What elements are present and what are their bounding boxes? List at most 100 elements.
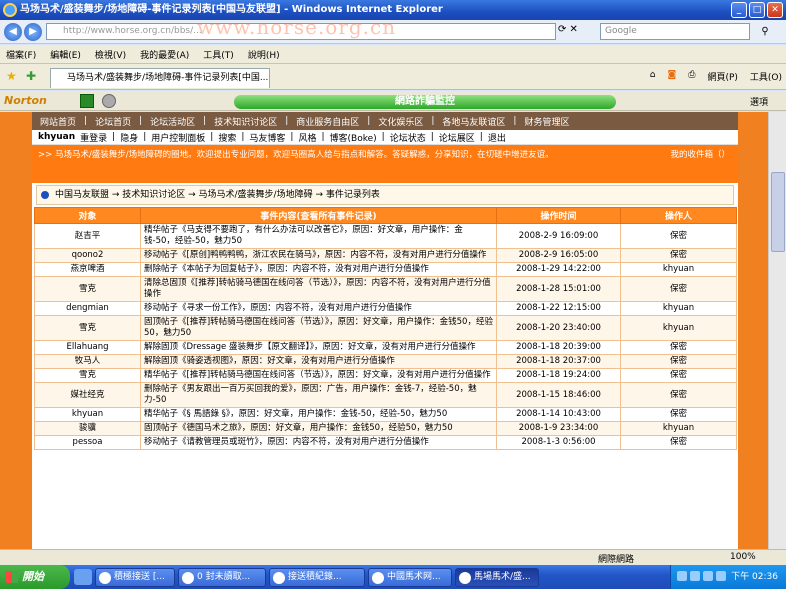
menu-file[interactable]: 檔案(F) bbox=[6, 48, 36, 61]
row-content[interactable]: 解除固顶《Dressage 盛装舞步【原文翻译】》，原因：好文章，没有对用户进行… bbox=[140, 340, 497, 355]
zoom-level[interactable]: 100% bbox=[730, 552, 756, 562]
table-row: 燕京啤酒 删除帖子《本帖子为回复帖子》，原因：内容不符，没有对用户进行分值操作 20… bbox=[34, 262, 737, 277]
maximize-button[interactable]: □ bbox=[749, 2, 765, 18]
vertical-scrollbar[interactable] bbox=[768, 112, 786, 549]
nav-tech[interactable]: 技术知识讨论区 bbox=[214, 115, 277, 128]
norton-phishing-monitor[interactable]: 網路詐騙監控 bbox=[234, 95, 616, 109]
nav-forum-home[interactable]: 论坛首页 bbox=[95, 115, 131, 128]
row-object[interactable]: 雪克 bbox=[34, 276, 141, 302]
row-object[interactable]: qoono2 bbox=[34, 248, 141, 263]
row-object[interactable]: Ellahuang bbox=[34, 340, 141, 355]
nav-culture[interactable]: 文化娱乐区 bbox=[378, 115, 423, 128]
task-1[interactable]: 積極接送 [... bbox=[95, 567, 175, 587]
user-logout[interactable]: 退出 bbox=[488, 131, 506, 144]
user-gallery[interactable]: 论坛展区 bbox=[439, 131, 475, 144]
user-style[interactable]: 风格 bbox=[298, 131, 316, 144]
row-time: 2008-1-15 18:46:00 bbox=[496, 382, 621, 408]
row-content[interactable]: 清除总固顶《[推荐]转帖骑马德国在线问答（节选）》，原因：内容不符，没有对用户进… bbox=[140, 276, 497, 302]
row-object[interactable]: 赵吉平 bbox=[34, 223, 141, 249]
menu-edit[interactable]: 編輯(E) bbox=[50, 48, 81, 61]
favorites-star-icon[interactable]: ★ bbox=[6, 69, 17, 83]
row-time: 2008-1-29 14:22:00 bbox=[496, 262, 621, 277]
row-object[interactable]: 媒社经克 bbox=[34, 382, 141, 408]
home-icon[interactable]: ⌂ bbox=[650, 70, 656, 83]
row-content[interactable]: 解除固顶《骑姿透视图》，原因：好文章，没有对用户进行分值操作 bbox=[140, 354, 497, 369]
row-content[interactable]: 固顶帖子《德国马术之旅》，原因：好文章，用户操作：金钱50，经验50，魅力50 bbox=[140, 421, 497, 436]
user-blog[interactable]: 马友博客 bbox=[249, 131, 285, 144]
task-3[interactable]: 接送積紀錄... bbox=[269, 567, 365, 587]
table-row: dengmian 移动帖子《寻求一份工作》，原因：内容不符，没有对用户进行分值操作… bbox=[34, 301, 737, 316]
user-relogin[interactable]: 重登录 bbox=[80, 131, 107, 144]
menu-help[interactable]: 說明(H) bbox=[248, 48, 280, 61]
system-tray: 下午 02:36 bbox=[670, 565, 786, 589]
nav-regional[interactable]: 各地马友联谊区 bbox=[442, 115, 505, 128]
minimize-button[interactable]: _ bbox=[731, 2, 747, 18]
task-2[interactable]: 0 封未讀取... bbox=[178, 567, 266, 587]
menu-view[interactable]: 檢視(V) bbox=[95, 48, 126, 61]
address-input[interactable]: http://www.horse.org.cn/bbs/... www.hors… bbox=[46, 23, 556, 40]
page-menu[interactable]: 網頁(P) bbox=[707, 70, 737, 83]
rss-icon[interactable]: ◙ bbox=[668, 70, 677, 83]
tray-icon[interactable] bbox=[690, 571, 700, 581]
row-content[interactable]: 删除帖子《男友跟出一百万买回我的爱》，原因：广告，用户操作：金钱-7，经验-50… bbox=[140, 382, 497, 408]
row-content[interactable]: 删除帖子《本帖子为回复帖子》，原因：内容不符，没有对用户进行分值操作 bbox=[140, 262, 497, 277]
start-button[interactable]: 開始 bbox=[0, 565, 70, 589]
search-icon[interactable]: ⚲ bbox=[752, 23, 778, 40]
welcome-text: >> 马场马术/盛装舞步/场地障碍的圈地。欢迎提出专业问题，欢迎马圈高人给与指点… bbox=[38, 150, 554, 160]
row-operator: khyuan bbox=[620, 315, 737, 341]
forward-icon[interactable]: ▶ bbox=[24, 23, 42, 41]
row-content[interactable]: 精华帖子《§ 馬語錄 §》，原因：好文章，用户操作：金钱-50，经验-50，魅力… bbox=[140, 407, 497, 422]
row-object[interactable]: 雪克 bbox=[34, 368, 141, 383]
row-object[interactable]: 燕京啤酒 bbox=[34, 262, 141, 277]
close-button[interactable]: ✕ bbox=[767, 2, 783, 18]
window-title: 马场马术/盛装舞步/场地障碍-事件记录列表[中国马友联盟] - Windows … bbox=[20, 4, 443, 15]
search-input[interactable]: Google bbox=[600, 23, 750, 40]
site-watermark: www.horse.org.cn bbox=[197, 23, 397, 39]
tray-icon[interactable] bbox=[703, 571, 713, 581]
tab-current[interactable]: 马场马术/盛装舞步/场地障碍-事件记录列表[中国... bbox=[50, 68, 270, 88]
row-object[interactable]: khyuan bbox=[34, 407, 141, 422]
user-search[interactable]: 搜索 bbox=[218, 131, 236, 144]
print-icon[interactable]: ⎙ bbox=[688, 70, 695, 83]
menu-tools[interactable]: 工具(T) bbox=[203, 48, 234, 61]
row-content[interactable]: 固顶帖子《[推荐]转帖骑马德国在线问答（节选）》，原因：好文章，用户操作：金钱5… bbox=[140, 315, 497, 341]
row-content[interactable]: 移动帖子《寻求一份工作》，原因：内容不符，没有对用户进行分值操作 bbox=[140, 301, 497, 316]
row-operator: 保密 bbox=[620, 223, 737, 249]
back-icon[interactable]: ◀ bbox=[4, 23, 22, 41]
norton-shield-icon[interactable] bbox=[80, 94, 94, 108]
row-content[interactable]: 移动帖子《[原创]鸭鸭鸭鸭，浙江农民在骑马》，原因：内容不符，没有对用户进行分值… bbox=[140, 248, 497, 263]
row-operator: khyuan bbox=[620, 262, 737, 277]
nav-activity[interactable]: 论坛活动区 bbox=[150, 115, 195, 128]
tools-menu[interactable]: 工具(O) bbox=[750, 70, 782, 83]
row-object[interactable]: dengmian bbox=[34, 301, 141, 316]
tray-icon[interactable] bbox=[716, 571, 726, 581]
breadcrumb-text[interactable]: 中国马友联盟 → 技术知识讨论区 → 马场马术/盛装舞步/场地障碍 → 事件记录… bbox=[55, 190, 380, 200]
task-4[interactable]: 中國馬术网... bbox=[368, 567, 452, 587]
nav-home[interactable]: 网站首页 bbox=[40, 115, 76, 128]
row-object[interactable]: pessoa bbox=[34, 435, 141, 450]
row-content[interactable]: 精华帖子《[推荐]转帖骑马德国在线问答（节选）》，原因：好文章，没有对用户进行分… bbox=[140, 368, 497, 383]
user-cp[interactable]: 用户控制面板 bbox=[151, 131, 205, 144]
menu-favorites[interactable]: 我的最愛(A) bbox=[140, 48, 189, 61]
tray-icon[interactable] bbox=[677, 571, 687, 581]
user-hide[interactable]: 隐身 bbox=[120, 131, 138, 144]
norton-options[interactable]: 選項 bbox=[750, 95, 768, 108]
scroll-thumb[interactable] bbox=[771, 172, 785, 252]
user-boke[interactable]: 博客(Boke) bbox=[330, 131, 377, 144]
add-favorite-icon[interactable]: ✚ bbox=[26, 69, 36, 83]
row-content[interactable]: 移动帖子《请教管理员或斑竹》，原因：内容不符，没有对用户进行分值操作 bbox=[140, 435, 497, 450]
table-row: 牧马人 解除固顶《骑姿透视图》，原因：好文章，没有对用户进行分值操作 2008-1-… bbox=[34, 354, 737, 369]
user-status[interactable]: 论坛状态 bbox=[390, 131, 426, 144]
nav-business[interactable]: 商业服务自由区 bbox=[296, 115, 359, 128]
nav-finance[interactable]: 财务管理区 bbox=[524, 115, 569, 128]
task-5-active[interactable]: 馬場馬术/盛... bbox=[455, 567, 539, 587]
col-content[interactable]: 事件内容(查看所有事件记录) bbox=[140, 207, 497, 224]
row-object[interactable]: 骏骥 bbox=[34, 421, 141, 436]
norton-settings-icon[interactable] bbox=[102, 94, 116, 108]
refresh-stop-icons[interactable]: ⟳ ✕ bbox=[558, 24, 598, 40]
row-content[interactable]: 精华帖子《马支得不要跑了，有什么办法可以改善它》，原因：好文章，用户操作：金钱-… bbox=[140, 223, 497, 249]
quicklaunch-icon[interactable] bbox=[74, 569, 92, 585]
row-object[interactable]: 雪克 bbox=[34, 315, 141, 341]
row-object[interactable]: 牧马人 bbox=[34, 354, 141, 369]
inbox-link[interactable]: 我的收件箱（） bbox=[670, 148, 730, 163]
